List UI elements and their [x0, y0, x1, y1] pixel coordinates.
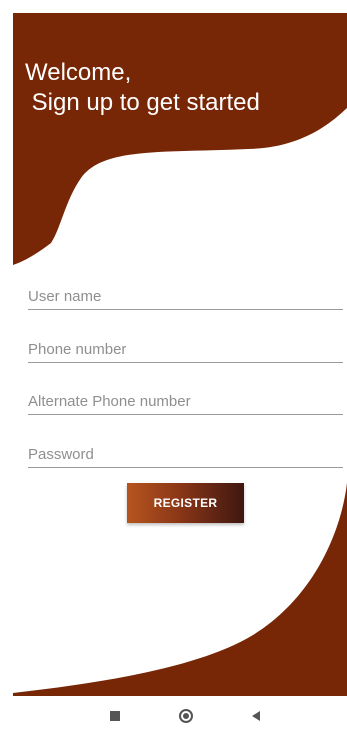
register-button[interactable]: REGISTER	[127, 483, 244, 523]
back-triangle-icon	[252, 711, 260, 721]
username-input[interactable]	[28, 288, 343, 305]
phone-input[interactable]	[28, 341, 343, 358]
home-button[interactable]	[176, 706, 196, 726]
system-navigation-bar	[13, 696, 347, 736]
page-title: Welcome, Sign up to get started	[25, 59, 260, 116]
register-screen: Welcome, Sign up to get started REGISTER	[13, 13, 347, 696]
alt-phone-field[interactable]	[28, 382, 343, 415]
password-input[interactable]	[28, 446, 343, 463]
home-circle-icon	[179, 709, 193, 723]
top-wave-shape	[13, 13, 347, 265]
alt-phone-input[interactable]	[28, 393, 343, 410]
username-field[interactable]	[28, 277, 343, 310]
recents-square-icon	[110, 711, 120, 721]
recents-button[interactable]	[105, 706, 125, 726]
back-button[interactable]	[246, 706, 266, 726]
phone-field[interactable]	[28, 330, 343, 363]
password-field[interactable]	[28, 435, 343, 468]
